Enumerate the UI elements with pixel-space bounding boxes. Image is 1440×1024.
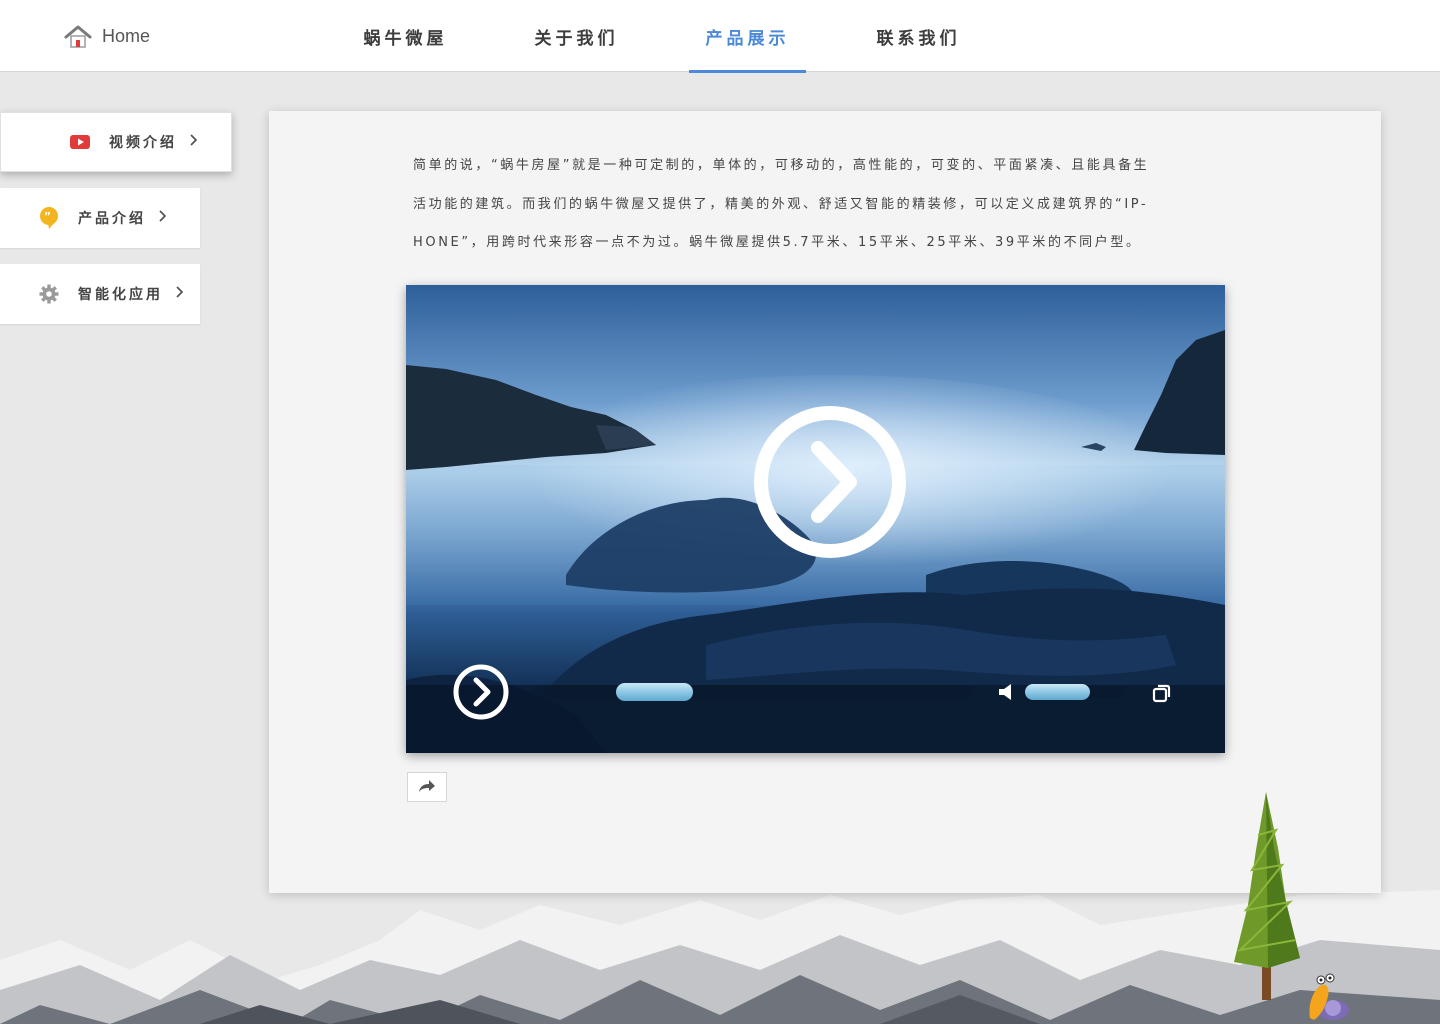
youtube-icon [69, 131, 91, 153]
sidebar-item-label: 智能化应用 [78, 287, 163, 303]
quote-bubble-icon: ” [38, 207, 60, 229]
sidebar-item-product-intro[interactable]: ” 产品介绍 [0, 188, 200, 248]
nav-item-about-us[interactable]: 关于我们 [491, 0, 662, 72]
video-player[interactable] [406, 285, 1225, 753]
mountain-scenery [0, 890, 1440, 1024]
snail-mascot-decoration [1309, 973, 1349, 1020]
pine-tree-decoration [1234, 792, 1300, 1000]
svg-text:”: ” [44, 210, 54, 223]
volume-icon[interactable] [998, 683, 1018, 705]
chevron-right-icon [175, 286, 184, 302]
progress-track[interactable] [532, 685, 972, 699]
intro-line: 活功能的建筑。而我们的蜗牛微屋又提供了，精美的外观、舒适又智能的精装修，可以定义… [413, 196, 1149, 212]
home-label: Home [102, 25, 151, 46]
control-play-button[interactable] [452, 663, 510, 725]
main-nav: 蜗牛微屋 关于我们 产品展示 联系我们 [320, 0, 1004, 73]
nav-item-snail-house[interactable]: 蜗牛微屋 [320, 0, 491, 72]
house-icon [64, 24, 92, 48]
fullscreen-icon[interactable] [1152, 683, 1172, 707]
sidebar-item-smart-apps[interactable]: 智能化应用 [0, 264, 200, 324]
sidebar-item-label: 产品介绍 [78, 211, 146, 227]
big-play-button[interactable] [752, 404, 908, 564]
share-arrow-icon [418, 778, 436, 797]
volume-level[interactable] [1025, 684, 1090, 700]
home-link[interactable]: Home [64, 22, 150, 50]
sidebar-item-label: 视频介绍 [109, 135, 177, 151]
sidebar-item-video-intro[interactable]: 视频介绍 [0, 112, 232, 172]
progress-handle[interactable] [616, 683, 693, 701]
nav-item-contact-us[interactable]: 联系我们 [833, 0, 1004, 72]
top-navigation-bar: Home 蜗牛微屋 关于我们 产品展示 联系我们 [0, 0, 1440, 73]
intro-line: 简单的说，“蜗牛房屋”就是一种可定制的，单体的，可移动的，高性能的，可变的、平面… [413, 158, 1150, 173]
content-card: 简单的说，“蜗牛房屋”就是一种可定制的，单体的，可移动的，高性能的，可变的、平面… [269, 111, 1381, 893]
share-button[interactable] [407, 772, 447, 802]
chevron-right-icon [189, 134, 198, 150]
chevron-right-icon [158, 210, 167, 226]
gear-icon [38, 283, 60, 305]
intro-line: HONE”，用跨时代来形容一点不为过。蜗牛微屋提供5.7平米、15平米、25平米… [413, 235, 1142, 250]
intro-paragraph: 简单的说，“蜗牛房屋”就是一种可定制的，单体的，可移动的，高性能的，可变的、平面… [413, 147, 1213, 263]
nav-item-products[interactable]: 产品展示 [662, 0, 833, 73]
